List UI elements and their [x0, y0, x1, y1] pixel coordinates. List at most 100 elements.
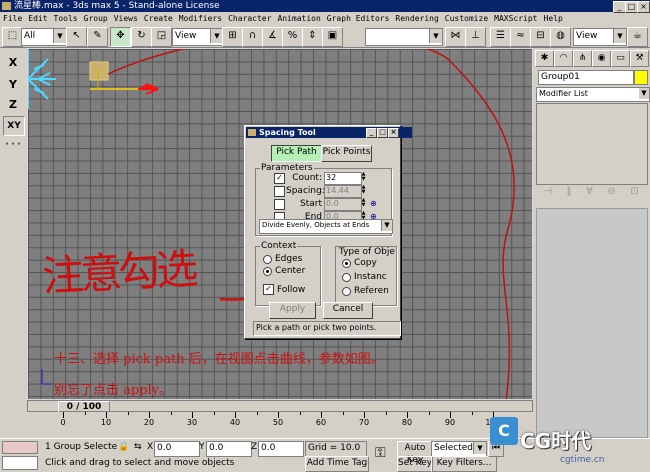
ref-coord-dropdown[interactable]: View ▼ — [172, 28, 224, 46]
lock-selection-icon[interactable]: 🔒 — [118, 441, 129, 454]
x-coordinate-field[interactable]: 0.0 — [154, 441, 200, 457]
modify-tab-icon[interactable]: ◠ — [554, 50, 573, 67]
menu-animation[interactable]: Animation — [277, 14, 320, 23]
z-coordinate-field[interactable]: 0.0 — [258, 441, 304, 457]
configure-sets-icon[interactable]: ⊡ — [630, 186, 638, 200]
spacing-field[interactable]: 14.44 — [324, 185, 362, 198]
object-name-field[interactable]: Group01 — [538, 70, 634, 85]
menu-character[interactable]: Character — [228, 14, 271, 23]
show-end-result-icon[interactable]: ‖ — [567, 186, 572, 200]
menu-create[interactable]: Create — [144, 14, 173, 23]
select-region-icon[interactable]: ⬚ — [2, 27, 23, 47]
auto-key-button[interactable]: Auto Key — [397, 441, 433, 465]
spacing-checkbox[interactable] — [274, 186, 285, 197]
axis-extra-icon[interactable]: • • • — [3, 136, 23, 154]
pick-points-button[interactable]: Pick Points — [321, 145, 372, 162]
select-object-icon[interactable]: ↖ — [66, 27, 87, 47]
count-field[interactable]: 32 — [324, 172, 362, 185]
count-spinner[interactable]: ▲ ▼ — [360, 172, 367, 183]
menu-maxscript[interactable]: MAXScript — [494, 14, 537, 23]
hierarchy-tab-icon[interactable]: ⋔ — [573, 50, 592, 67]
motion-tab-icon[interactable]: ◉ — [592, 50, 611, 67]
align-icon[interactable]: ⊥ — [465, 27, 486, 47]
menu-views[interactable]: Views — [114, 14, 138, 23]
select-and-move-icon[interactable]: ✥ — [110, 27, 131, 47]
menu-modifiers[interactable]: Modifiers — [179, 14, 222, 23]
material-editor-icon[interactable]: ◍ — [550, 27, 571, 47]
select-and-scale-icon[interactable]: ◲ — [151, 27, 172, 47]
named-selection-dropdown[interactable]: ▼ — [365, 28, 443, 46]
make-unique-icon[interactable]: ∀ — [586, 186, 593, 200]
modifier-list-dropdown[interactable]: Modifier List ▼ — [536, 87, 650, 102]
snap-toggle-icon[interactable]: ∩ — [242, 27, 263, 47]
pick-path-button[interactable]: Pick Path — [271, 145, 322, 162]
selection-filter-dropdown[interactable]: All ▼ — [21, 28, 67, 46]
count-checkbox[interactable]: ✓ — [274, 173, 285, 184]
selected-object[interactable] — [89, 61, 109, 81]
start-offset-checkbox[interactable] — [274, 199, 285, 210]
reference-radio[interactable] — [342, 287, 351, 296]
timeline-tick — [428, 412, 430, 415]
key-filters-button[interactable]: Key Filters... — [431, 456, 497, 472]
select-by-name-icon[interactable]: ✎ — [87, 27, 108, 47]
copy-radio[interactable] — [342, 259, 351, 268]
cancel-button[interactable]: Cancel — [323, 302, 373, 319]
menu-rendering[interactable]: Rendering — [395, 14, 438, 23]
curve-editor-icon[interactable]: ≈ — [510, 27, 531, 47]
dialog-close-button[interactable]: × — [388, 128, 399, 138]
menu-file[interactable]: File — [3, 14, 22, 23]
maxscript-mini-listener-input[interactable] — [2, 456, 38, 470]
axis-x-button[interactable]: X — [3, 54, 23, 72]
time-slider[interactable]: 0 / 100 — [27, 400, 533, 413]
display-tab-icon[interactable]: ▭ — [611, 50, 630, 67]
dialog-maximize-button[interactable]: □ — [377, 128, 388, 138]
edges-radio[interactable] — [263, 255, 272, 264]
axis-xy-button[interactable]: XY — [3, 116, 25, 136]
follow-checkbox[interactable]: ✓ — [263, 284, 274, 295]
percent-snap-icon[interactable]: % — [282, 27, 303, 47]
modifier-stack[interactable] — [536, 103, 648, 185]
select-and-rotate-icon[interactable]: ↻ — [131, 27, 152, 47]
menu-customize[interactable]: Customize — [445, 14, 488, 23]
create-tab-icon[interactable]: ✱ — [535, 50, 554, 67]
edit-named-selection-icon[interactable]: ▣ — [322, 27, 343, 47]
start-offset-spinner[interactable]: ▲ ▼ — [360, 198, 367, 209]
apply-button[interactable]: Apply — [269, 302, 316, 319]
menu-tools[interactable]: Tools — [54, 14, 78, 23]
axis-y-button[interactable]: Y — [3, 76, 23, 94]
render-view-dropdown[interactable]: View ▼ — [573, 28, 627, 46]
spacing-spinner[interactable]: ▲ ▼ — [360, 185, 367, 196]
start-offset-field[interactable]: 0.0 — [324, 198, 362, 211]
add-time-tag-button[interactable]: Add Time Tag — [305, 456, 369, 472]
angle-snap-icon[interactable]: ∡ — [262, 27, 283, 47]
menu-group[interactable]: Group — [84, 14, 108, 23]
object-color-swatch[interactable] — [634, 70, 648, 85]
pivot-icon[interactable]: ⊞ — [222, 27, 243, 47]
axis-z-button[interactable]: Z — [3, 96, 23, 114]
pin-stack-icon[interactable]: ⊣ — [543, 186, 552, 200]
layer-manager-icon[interactable]: ☰ — [490, 27, 511, 47]
mirror-icon[interactable]: ⋈ — [445, 27, 466, 47]
key-mode-dropdown[interactable]: Selected ▼ — [431, 441, 487, 457]
dialog-minimize-button[interactable]: _ — [366, 128, 377, 138]
set-key-button[interactable]: Set Key — [397, 456, 433, 472]
schematic-view-icon[interactable]: ⊟ — [530, 27, 551, 47]
menu-graph-editors[interactable]: Graph Editors — [327, 14, 390, 23]
y-coordinate-field[interactable]: 0.0 — [206, 441, 252, 457]
menu-help[interactable]: Help — [544, 14, 563, 23]
utilities-tab-icon[interactable]: ⚒ — [630, 50, 649, 67]
quick-render-icon[interactable]: ☕ — [627, 27, 648, 47]
set-key-icon[interactable]: ⚿ — [375, 446, 386, 460]
menu-edit[interactable]: Edit — [28, 14, 47, 23]
y-label: Y — [199, 442, 205, 452]
remove-modifier-icon[interactable]: ⊖ — [607, 186, 615, 200]
distribution-dropdown[interactable]: Divide Evenly, Objects at Ends ▼ — [259, 219, 393, 234]
spinner-snap-icon[interactable]: ⇕ — [302, 27, 323, 47]
transform-mode-icon[interactable]: ⇆ — [134, 441, 142, 454]
instance-radio[interactable] — [342, 273, 351, 282]
timeline-tick-label: 30 — [186, 418, 198, 427]
lock-icon[interactable]: ⊕ — [370, 199, 377, 208]
center-radio[interactable] — [263, 267, 272, 276]
track-bar[interactable]: 0102030405060708090100 — [27, 412, 533, 438]
maxscript-listener-mini[interactable] — [2, 441, 38, 454]
